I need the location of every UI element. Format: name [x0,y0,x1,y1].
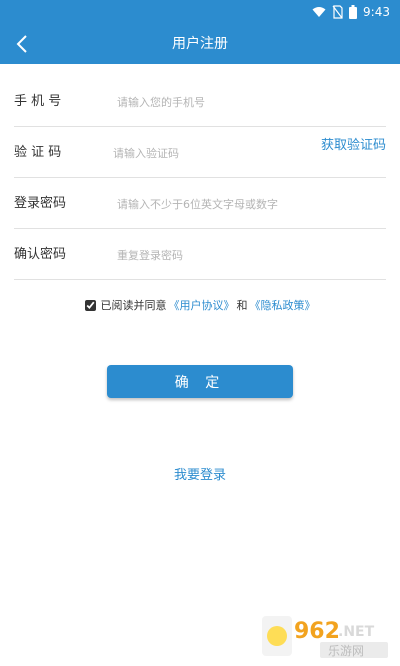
watermark-name: 乐游网 [328,644,364,658]
password-label: 登录密码 [14,196,67,211]
code-input[interactable] [113,142,293,164]
status-icons: 9:43 [312,3,390,21]
agreement: 已阅读并同意 《用户协议》 和 《隐私政策》 [0,296,400,314]
password-row: 登录密码 [14,178,386,229]
agreement-prefix: 已阅读并同意 [100,299,167,312]
watermark-number: 962 [294,619,340,644]
wifi-icon [312,7,326,17]
battery-icon [349,5,358,19]
confirm-password-label: 确认密码 [14,247,67,262]
privacy-policy-link[interactable]: 《隐私政策》 [250,297,316,313]
password-input[interactable] [117,193,377,215]
status-time: 9:43 [363,5,390,19]
agreement-checkbox[interactable] [84,299,96,311]
agreement-and: 和 [236,299,248,312]
no-sim-icon [332,5,343,19]
login-link[interactable]: 我要登录 [0,464,400,483]
code-row: 验 证 码 获取验证码 [14,127,386,178]
phone-input[interactable] [117,91,377,113]
watermark-suffix: .NET [338,624,375,640]
register-form: 手 机 号 验 证 码 获取验证码 登录密码 确认密码 [0,76,400,280]
get-code-button[interactable]: 获取验证码 [321,135,386,157]
page-title: 用户注册 [172,36,228,52]
user-agreement-link[interactable]: 《用户协议》 [169,297,235,313]
status-bar: 9:43 [0,0,400,24]
site-watermark-logo: 962 .NET 乐游网 [262,616,388,658]
phone-row: 手 机 号 [14,76,386,127]
app-header: 用户注册 [0,24,400,64]
confirm-password-row: 确认密码 [14,229,386,280]
confirm-button[interactable]: 确 定 [107,365,293,398]
phone-label: 手 机 号 [14,94,62,109]
code-label: 验 证 码 [14,145,62,160]
confirm-password-input[interactable] [117,244,377,266]
